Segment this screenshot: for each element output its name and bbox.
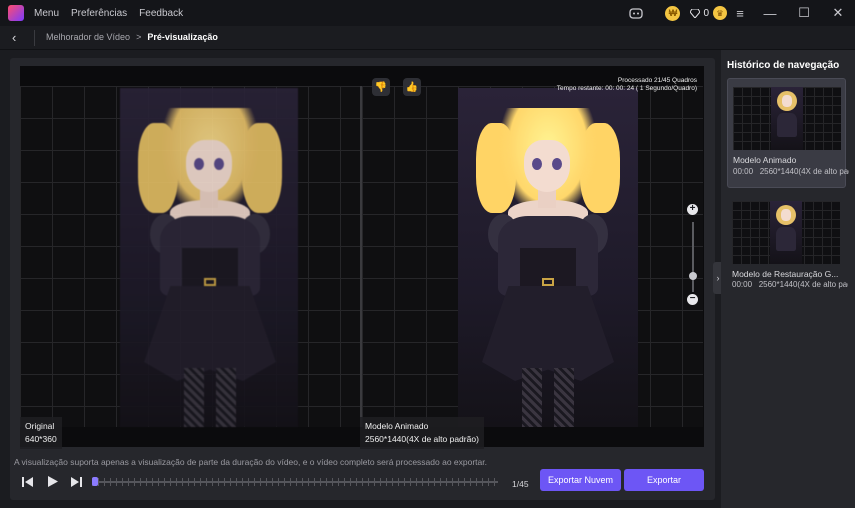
comparison-viewer[interactable]: [20, 66, 704, 447]
title-bar: Menu Preferências Feedback ₩ 0 ♛ ≡ — ☐ ✕: [0, 0, 855, 26]
divider: [34, 30, 35, 46]
history-title: Histórico de navegação: [727, 60, 840, 71]
thumbs-up-icon[interactable]: 👍: [403, 78, 421, 96]
discord-icon[interactable]: [627, 4, 645, 22]
enhanced-label: Modelo Animado 2560*1440(4X de alto padr…: [360, 417, 484, 449]
history-item-resolution: 2560*1440(4X de alto padrão): [759, 167, 849, 176]
crown-icon[interactable]: ♛: [713, 6, 727, 20]
export-button[interactable]: Exportar: [624, 469, 704, 491]
history-sidebar: Histórico de navegação Modelo Animado 00…: [721, 50, 855, 508]
history-item[interactable]: Modelo Animado 00:00 2560*1440(4X de alt…: [727, 78, 849, 188]
previous-frame-icon[interactable]: [22, 476, 34, 490]
titlebar-controls: ₩ 0 ♛ ≡ — ☐ ✕: [627, 0, 855, 26]
history-item-resolution: 2560*1440(4X de alto padrão): [758, 280, 848, 289]
seek-handle[interactable]: [92, 477, 98, 486]
thumbs-down-icon[interactable]: 👎: [372, 78, 390, 96]
enhanced-label-resolution: 2560*1440(4X de alto padrão): [365, 434, 479, 444]
history-item-time: 00:00: [732, 280, 753, 289]
enhanced-label-title: Modelo Animado: [365, 421, 429, 431]
export-cloud-button[interactable]: Exportar Nuvem: [540, 469, 621, 491]
enhanced-video-frame: [458, 88, 638, 427]
breadcrumb-parent[interactable]: Melhorador de Vídeo: [46, 32, 130, 42]
gem-count: 0: [703, 7, 709, 19]
breadcrumb-bar: ‹ Melhorador de Vídeo > Pré-visualização: [0, 26, 855, 50]
preview-notice: A visualização suporta apenas a visualiz…: [14, 457, 487, 467]
zoom-out-icon[interactable]: −: [687, 294, 698, 305]
zoom-in-icon[interactable]: +: [687, 204, 698, 215]
next-frame-icon[interactable]: [70, 476, 82, 490]
zoom-track[interactable]: [692, 222, 694, 292]
history-item[interactable]: Modelo de Restauração G... 00:00 2560*14…: [727, 193, 848, 293]
original-video-frame: [120, 88, 298, 427]
seek-track[interactable]: [92, 481, 498, 483]
processing-status: Processado 21/45 Quadros Tempo restante:…: [557, 77, 697, 93]
menu-lines-icon[interactable]: ≡: [727, 0, 753, 26]
zoom-slider[interactable]: + −: [686, 204, 700, 306]
history-item-meta: 00:00 2560*1440(4X de alto padrão): [733, 167, 849, 176]
minimize-icon[interactable]: —: [753, 0, 787, 26]
split-divider[interactable]: [360, 86, 362, 427]
original-label: Original 640*360: [20, 417, 62, 449]
breadcrumb: Melhorador de Vídeo > Pré-visualização: [46, 32, 218, 42]
zoom-handle[interactable]: [689, 271, 697, 280]
menu-item-preferences[interactable]: Preferências: [71, 8, 127, 19]
processing-frames: Processado 21/45 Quadros: [617, 77, 697, 84]
menu-item-menu[interactable]: Menu: [34, 8, 59, 19]
history-thumbnail: [732, 201, 840, 264]
history-item-name: Modelo Animado: [733, 155, 797, 165]
close-icon[interactable]: ✕: [821, 0, 855, 26]
history-item-name: Modelo de Restauração G...: [732, 269, 839, 279]
play-icon[interactable]: [47, 476, 58, 490]
menu-item-feedback[interactable]: Feedback: [139, 8, 183, 19]
back-arrow-icon[interactable]: ‹: [12, 30, 16, 45]
gem-counter[interactable]: 0: [690, 8, 709, 19]
app-logo-icon: [8, 5, 24, 21]
seek-bar[interactable]: [92, 477, 498, 486]
history-item-meta: 00:00 2560*1440(4X de alto padrão): [732, 280, 848, 289]
processing-time-remaining: Tempo restante: 00: 00: 24 ( 1 Segundo/Q…: [556, 85, 697, 92]
original-label-resolution: 640*360: [25, 434, 57, 444]
gem-icon: [690, 8, 701, 18]
history-item-time: 00:00: [733, 167, 754, 176]
coin-icon[interactable]: ₩: [665, 5, 681, 21]
breadcrumb-separator: >: [136, 32, 142, 42]
main-menu: Menu Preferências Feedback: [34, 0, 183, 26]
breadcrumb-current: Pré-visualização: [147, 32, 218, 42]
history-thumbnail: [733, 87, 841, 150]
frame-counter: 1/45: [512, 479, 529, 489]
maximize-icon[interactable]: ☐: [787, 0, 821, 26]
original-label-title: Original: [25, 421, 55, 431]
